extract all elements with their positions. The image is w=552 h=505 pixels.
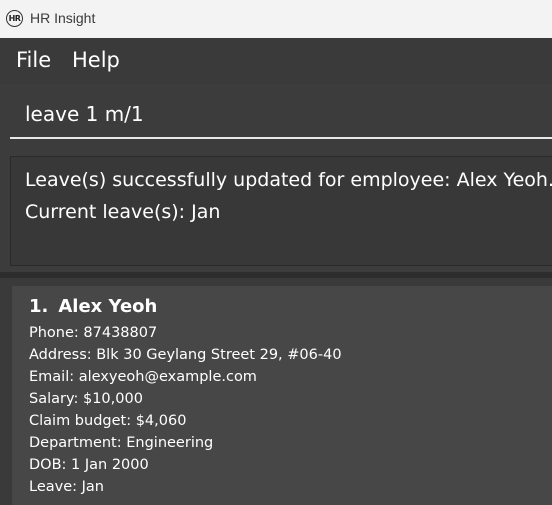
command-input[interactable] <box>10 91 552 139</box>
result-line-2: Current leave(s): Jan <box>25 201 221 223</box>
person-phone: Phone: 87438807 <box>29 325 158 341</box>
title-bar: HR HR Insight <box>0 0 552 38</box>
command-box <box>0 84 552 148</box>
menu-help[interactable]: Help <box>72 48 120 72</box>
person-address: Address: Blk 30 Geylang Street 29, #06-4… <box>29 347 342 363</box>
result-display: Leave(s) successfully updated for employ… <box>10 156 552 266</box>
person-index: 1. <box>29 296 49 317</box>
result-line-1: Leave(s) successfully updated for employ… <box>25 169 552 191</box>
person-list-panel: 1. Alex Yeoh Phone: 87438807 Address: Blk… <box>0 278 552 505</box>
person-leave: Leave: Jan <box>29 479 104 495</box>
person-card[interactable]: 1. Alex Yeoh Phone: 87438807 Address: Blk… <box>12 286 552 505</box>
app-window: HR HR Insight File Help Leave(s) success… <box>0 0 552 505</box>
person-salary: Salary: $10,000 <box>29 391 143 407</box>
person-department: Department: Engineering <box>29 435 214 451</box>
person-email: Email: alexyeoh@example.com <box>29 369 257 385</box>
menu-bar: File Help <box>0 38 552 85</box>
person-dob: DOB: 1 Jan 2000 <box>29 457 149 473</box>
menu-file[interactable]: File <box>16 48 51 72</box>
person-name: Alex Yeoh <box>58 296 158 317</box>
person-name-heading: 1. Alex Yeoh <box>29 296 157 317</box>
window-title: HR Insight <box>30 10 96 26</box>
hr-logo-icon: HR <box>6 10 23 27</box>
person-claim-budget: Claim budget: $4,060 <box>29 413 187 429</box>
